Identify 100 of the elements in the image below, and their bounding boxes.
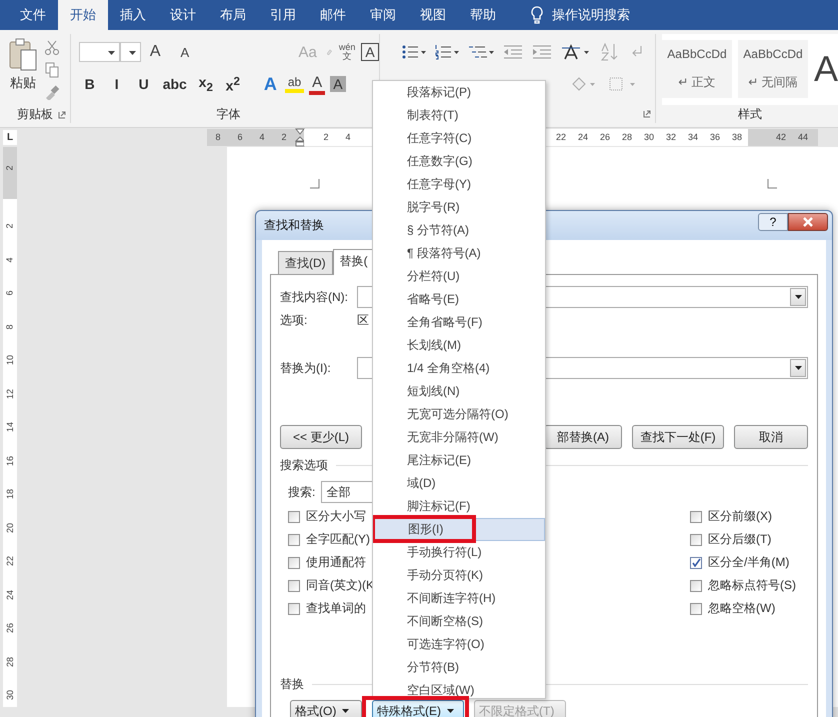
menu-item[interactable]: 无宽可选分隔符(O)	[373, 403, 545, 426]
dialog-launcher-icon[interactable]	[642, 110, 651, 118]
ruler-number: 28	[620, 131, 633, 144]
ruler-number: 26	[4, 623, 16, 633]
borders-icon[interactable]	[608, 76, 638, 92]
checkbox[interactable]	[288, 510, 300, 522]
ribbon-tab[interactable]: 设计	[158, 0, 208, 30]
style-card[interactable]: AaBbCcDd ↵ 无间隔	[738, 40, 808, 98]
ruler-number: 8	[214, 131, 222, 144]
format-button[interactable]: I	[106, 76, 128, 92]
menu-item[interactable]: 任意数字(G)	[373, 150, 545, 173]
sort-icon[interactable]	[600, 43, 620, 61]
ribbon-tab[interactable]: 插入	[108, 0, 158, 30]
ribbon-tab[interactable]: 审阅	[358, 0, 408, 30]
dialog-tab[interactable]: 查找(D)	[278, 251, 333, 274]
checkbox[interactable]	[288, 534, 300, 546]
menu-item[interactable]: 省略号(E)	[373, 288, 545, 311]
tell-me-search[interactable]: 操作说明搜索	[552, 6, 630, 24]
menu-item[interactable]: 全角省略号(F)	[373, 311, 545, 334]
menu-item[interactable]: 分节符(B)	[373, 656, 545, 679]
format-menu-button[interactable]: 格式(O)	[290, 700, 362, 717]
bullet-list-icon[interactable]	[402, 44, 426, 60]
caret-icon	[447, 709, 454, 713]
menu-item[interactable]: 任意字母(Y)	[373, 173, 545, 196]
menu-item[interactable]: 不间断连字符(H)	[373, 587, 545, 610]
ruler-number: 2	[4, 224, 16, 228]
ribbon-tab[interactable]: 帮助	[458, 0, 508, 30]
font-color-button[interactable]: A	[309, 74, 326, 94]
increase-indent-icon[interactable]	[532, 44, 552, 60]
format-button[interactable]: x$_{2}$	[194, 74, 217, 94]
menu-item[interactable]: 手动换行符(L)	[373, 541, 545, 564]
ribbon-tab[interactable]: 视图	[408, 0, 458, 30]
checkbox-label: 区分大小写	[306, 508, 366, 525]
menu-item[interactable]: 可选连字符(O)	[373, 633, 545, 656]
copy-icon[interactable]	[44, 62, 60, 78]
indent-marker-icon[interactable]	[295, 128, 305, 147]
tab-selector-button[interactable]: L	[3, 130, 17, 145]
phonetic-guide-button[interactable]: wén 文	[338, 43, 356, 61]
format-button[interactable]: B	[78, 76, 101, 92]
ribbon-tab[interactable]: 开始	[58, 0, 108, 30]
multilevel-list-icon[interactable]	[468, 44, 494, 60]
format-button[interactable]: abc	[160, 76, 190, 92]
menu-item[interactable]: 尾注标记(E)	[373, 449, 545, 472]
ribbon-tab[interactable]: 文件	[8, 0, 58, 30]
text-effect-button[interactable]: A	[260, 74, 280, 94]
menu-item[interactable]: 手动分页符(K)	[373, 564, 545, 587]
menu-item[interactable]: 无宽非分隔符(W)	[373, 426, 545, 449]
checkbox[interactable]	[690, 534, 702, 546]
format-button[interactable]: U	[132, 76, 155, 92]
crop-mark-icon	[310, 179, 320, 189]
menu-item[interactable]: 长划线(M)	[373, 334, 545, 357]
checkbox[interactable]	[690, 580, 702, 592]
style-card[interactable]: AaBbCcDd ↵ 正文	[662, 40, 732, 98]
style-preview[interactable]: A	[814, 40, 838, 105]
grow-font-button[interactable]: A	[146, 43, 164, 61]
font-size-field[interactable]	[120, 42, 141, 62]
format-menu-button[interactable]: 特殊格式(E)	[372, 700, 464, 717]
less-button[interactable]: << 更少(L)	[280, 425, 362, 449]
font-name-field[interactable]	[78, 42, 120, 62]
shrink-font-button[interactable]: A	[170, 44, 290, 60]
menu-item[interactable]: 空白区域(W)	[373, 679, 545, 698]
checkbox[interactable]	[288, 580, 300, 592]
menu-item[interactable]: 任意字符(C)	[373, 127, 545, 150]
dialog-button[interactable]: 取消	[734, 425, 808, 449]
character-border-button[interactable]: A	[361, 43, 379, 61]
paint-bucket-icon[interactable]	[570, 76, 598, 92]
checkbox[interactable]	[690, 510, 702, 522]
dialog-launcher-icon[interactable]	[58, 111, 66, 119]
menu-item[interactable]: 制表符(T)	[373, 104, 545, 127]
menu-item[interactable]: 段落标记(P)	[373, 81, 545, 104]
checkbox[interactable]	[690, 602, 702, 614]
dialog-button[interactable]: 查找下一处(F)	[632, 425, 724, 449]
close-button[interactable]	[788, 213, 828, 231]
menu-item[interactable]: 脱字号(R)	[373, 196, 545, 219]
numbered-list-icon[interactable]	[434, 44, 459, 60]
paste-button[interactable]: 粘贴	[8, 38, 38, 105]
ruler-number: 26	[598, 131, 611, 144]
ribbon-tab[interactable]: 布局	[208, 0, 258, 30]
ribbon-tab[interactable]: 邮件	[308, 0, 358, 30]
menu-item[interactable]: § 分节符(A)	[373, 219, 545, 242]
menu-item[interactable]: 图形(I)	[373, 518, 545, 541]
ruler-number: 24	[4, 590, 16, 600]
menu-item[interactable]: 短划线(N)	[373, 380, 545, 403]
decrease-indent-icon[interactable]	[502, 44, 523, 60]
scissors-icon[interactable]	[44, 40, 60, 56]
options-value: 区	[357, 312, 369, 328]
text-direction-icon[interactable]	[560, 44, 591, 60]
format-button[interactable]: x$^{2}$	[222, 74, 244, 94]
menu-item[interactable]: 1/4 全角空格(4)	[373, 357, 545, 380]
highlight-button[interactable]: ab	[284, 75, 304, 93]
checkbox[interactable]	[690, 556, 702, 568]
dialog-button[interactable]: 部替换(A)	[544, 425, 622, 449]
ribbon-tab[interactable]: 引用	[258, 0, 308, 30]
caret-icon	[794, 366, 802, 370]
help-button[interactable]: ?	[758, 213, 788, 231]
checkbox[interactable]	[288, 602, 300, 614]
checkbox[interactable]	[288, 556, 300, 568]
menu-item[interactable]: 不间断空格(S)	[373, 610, 545, 633]
shading-button[interactable]: A	[330, 76, 346, 92]
brush-icon[interactable]	[44, 84, 60, 100]
